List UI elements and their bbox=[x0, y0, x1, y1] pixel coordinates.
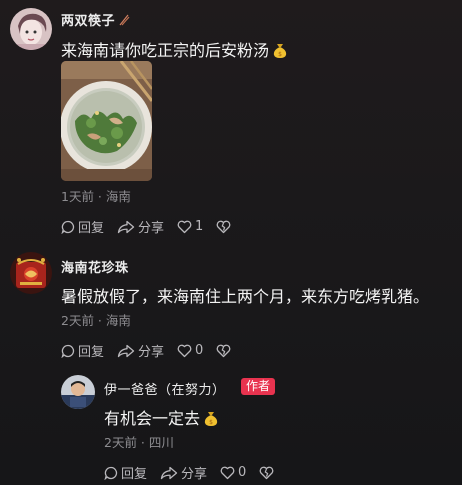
avatar[interactable] bbox=[10, 8, 52, 50]
author-badge: 作者 bbox=[241, 378, 276, 395]
share-button[interactable]: 分享 bbox=[117, 341, 164, 360]
reply-button[interactable]: 回复 bbox=[61, 341, 104, 360]
dislike-button[interactable] bbox=[216, 344, 234, 358]
money-bag-emoji: $ bbox=[204, 412, 218, 426]
like-count: 0 bbox=[195, 343, 204, 358]
comment-text: 有机会一定去 $ bbox=[104, 405, 218, 429]
comment-image[interactable] bbox=[61, 61, 152, 181]
reply-button[interactable]: 回复 bbox=[61, 217, 104, 236]
money-bag-emoji: $ bbox=[273, 44, 287, 58]
like-button[interactable]: 1 bbox=[177, 219, 203, 234]
broken-heart-icon bbox=[216, 220, 231, 233]
dislike-button[interactable] bbox=[216, 220, 234, 234]
svg-text:$: $ bbox=[209, 419, 213, 426]
speech-bubble-icon bbox=[61, 344, 75, 358]
heart-icon bbox=[220, 466, 235, 479]
comment-meta: 2天前 · 海南 bbox=[61, 313, 131, 328]
broken-heart-icon bbox=[259, 466, 274, 479]
like-count: 1 bbox=[195, 219, 204, 234]
share-arrow-icon bbox=[160, 466, 178, 479]
svg-text:$: $ bbox=[278, 51, 282, 58]
comment-text: 暑假放假了，来海南住上两个月，来东方吃烤乳猪。 bbox=[61, 287, 430, 306]
reply-button[interactable]: 回复 bbox=[104, 463, 147, 482]
like-button[interactable]: 0 bbox=[220, 465, 246, 480]
comment-actions: 回复 分享 0 bbox=[104, 463, 290, 482]
share-button[interactable]: 分享 bbox=[160, 463, 207, 482]
dislike-button[interactable] bbox=[259, 466, 277, 480]
comment-text: 来海南请你吃正宗的后安粉汤 $ bbox=[61, 37, 287, 61]
speech-bubble-icon bbox=[104, 466, 118, 480]
username[interactable]: 海南花珍珠 bbox=[61, 257, 129, 276]
heart-icon bbox=[177, 220, 192, 233]
share-arrow-icon bbox=[117, 344, 135, 357]
username[interactable]: 两双筷子 bbox=[61, 10, 130, 29]
comment-actions: 回复 分享 0 bbox=[61, 341, 247, 360]
speech-bubble-icon bbox=[61, 220, 75, 234]
comment-actions: 回复 分享 1 bbox=[61, 217, 247, 236]
avatar[interactable] bbox=[10, 252, 52, 294]
comment-meta: 2天前 · 四川 bbox=[104, 435, 174, 450]
like-button[interactable]: 0 bbox=[177, 343, 203, 358]
avatar[interactable] bbox=[61, 375, 95, 409]
chopsticks-icon bbox=[119, 14, 130, 26]
comment-meta: 1天前 · 海南 bbox=[61, 189, 131, 204]
broken-heart-icon bbox=[216, 344, 231, 357]
like-count: 0 bbox=[238, 465, 247, 480]
share-button[interactable]: 分享 bbox=[117, 217, 164, 236]
share-arrow-icon bbox=[117, 220, 135, 233]
heart-icon bbox=[177, 344, 192, 357]
username[interactable]: 伊一爸爸（在努力） bbox=[104, 379, 226, 398]
